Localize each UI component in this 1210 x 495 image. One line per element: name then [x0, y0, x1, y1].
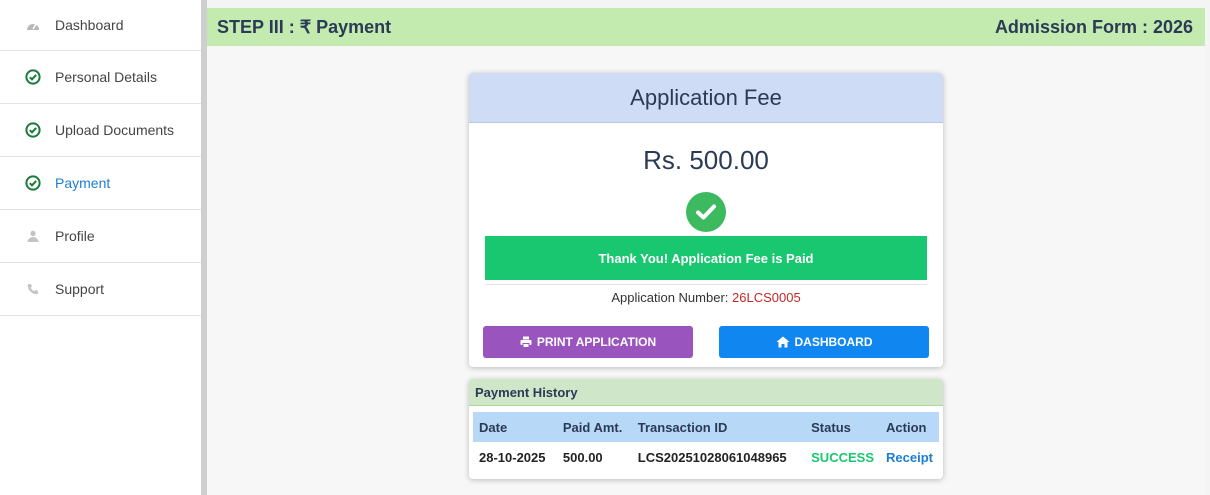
- payment-history-table: Date Paid Amt. Transaction ID Status Act…: [473, 412, 939, 472]
- step-title: STEP III : ₹ Payment: [217, 16, 392, 37]
- table-header-row: Date Paid Amt. Transaction ID Status Act…: [473, 412, 939, 442]
- success-check-icon: [686, 192, 726, 232]
- check-circle-icon: [25, 69, 41, 85]
- application-number: Application Number: 26LCS0005: [469, 290, 943, 305]
- cell-date: 28-10-2025: [479, 449, 546, 465]
- application-number-value: 26LCS0005: [732, 290, 801, 305]
- fee-amount: Rs. 500.00: [643, 145, 769, 175]
- sidebar-item-label: Support: [55, 281, 105, 297]
- sidebar-item-label: Payment: [55, 175, 111, 191]
- dashboard-button-label: DASHBOARD: [794, 335, 873, 349]
- step-header: STEP III : ₹ Payment Admission Form : 20…: [207, 8, 1205, 46]
- user-icon: [25, 228, 41, 244]
- paid-message-banner: Thank You! Application Fee is Paid: [485, 236, 927, 280]
- sidebar-item-dashboard[interactable]: Dashboard: [0, 0, 201, 51]
- check-circle-icon: [25, 122, 41, 138]
- content-area: Application Fee Rs. 500.00 Thank You! Ap…: [207, 46, 1205, 495]
- payment-history-title: Payment History: [469, 379, 943, 406]
- print-application-button[interactable]: PRINT APPLICATION: [483, 326, 693, 358]
- payment-history-panel: Payment History Date Paid Amt. Transacti…: [469, 379, 943, 479]
- home-icon: [776, 336, 790, 348]
- cell-status: SUCCESS: [811, 449, 874, 465]
- column-header-paid-amount: Paid Amt.: [556, 412, 632, 442]
- print-application-label: PRINT APPLICATION: [536, 335, 657, 349]
- sidebar-item-label: Profile: [55, 228, 95, 244]
- sidebar-item-personal-details[interactable]: Personal Details: [0, 51, 201, 104]
- phone-icon: [25, 281, 41, 297]
- sidebar: Dashboard Personal Details Upload Docume…: [0, 0, 201, 495]
- dashboard-icon: [25, 17, 41, 33]
- divider-line: [485, 284, 927, 285]
- form-title: Admission Form : 2026: [994, 16, 1193, 37]
- check-circle-icon: [25, 175, 41, 191]
- printer-icon: [520, 336, 532, 348]
- column-header-transaction-id: Transaction ID: [631, 412, 806, 442]
- sidebar-item-label: Dashboard: [55, 17, 124, 33]
- cell-transaction-id: LCS20251028061048965: [637, 449, 787, 465]
- sidebar-item-profile[interactable]: Profile: [0, 210, 201, 263]
- column-header-date: Date: [473, 412, 557, 442]
- main-area: STEP III : ₹ Payment Admission Form : 20…: [207, 0, 1210, 495]
- card-title: Application Fee: [469, 73, 943, 123]
- table-row: 28-10-2025 500.00 LCS20251028061048965 S…: [473, 442, 939, 472]
- sidebar-item-payment[interactable]: Payment: [0, 157, 201, 210]
- column-header-action: Action: [880, 412, 939, 442]
- cell-amount: 500.00: [562, 449, 603, 465]
- sidebar-item-support[interactable]: Support: [0, 263, 201, 316]
- application-number-label: Application Number:: [611, 290, 732, 305]
- receipt-link[interactable]: Receipt: [880, 442, 939, 472]
- column-header-status: Status: [805, 412, 881, 442]
- sidebar-item-label: Upload Documents: [55, 122, 175, 138]
- sidebar-item-upload-documents[interactable]: Upload Documents: [0, 104, 201, 157]
- dashboard-button[interactable]: DASHBOARD: [719, 326, 929, 358]
- application-fee-card: Application Fee Rs. 500.00 Thank You! Ap…: [469, 73, 943, 367]
- sidebar-item-label: Personal Details: [55, 69, 157, 85]
